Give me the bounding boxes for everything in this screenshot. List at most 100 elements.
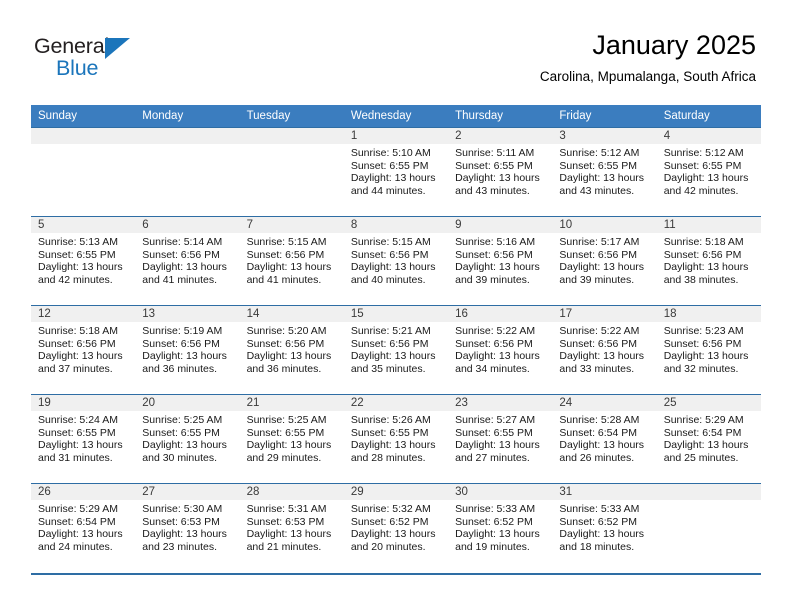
daylight-text-line1: Daylight: 13 hours [142,261,227,274]
sunrise-text: Sunrise: 5:18 AM [663,236,744,248]
daylight-text-line1: Daylight: 13 hours [455,439,540,452]
day-cell-inner: 18 Sunrise: 5:23 AM Sunset: 6:56 PM Dayligh… [656,306,761,394]
day-cell-inner: 14 Sunrise: 5:20 AM Sunset: 6:56 PM Dayligh… [239,306,344,394]
sunrise-text: Sunrise: 5:15 AM [350,236,431,248]
calendar-day-cell[interactable]: 8 Sunrise: 5:15 AM Sunset: 6:56 PM Daylight… [343,216,449,306]
page-header: General Blue January 2025 Carolina, Mpum… [0,0,792,104]
sunrise-text: Sunrise: 5:19 AM [142,325,223,337]
calendar-day-cell[interactable]: 12 Sunrise: 5:18 AM Sunset: 6:56 PM Dayligh… [31,305,136,395]
day-number: 17 [552,306,657,322]
sunrise-text: Sunrise: 5:33 AM [559,503,640,515]
daylight-text-line2: and 18 minutes. [559,540,635,553]
sunrise-text: Sunrise: 5:30 AM [142,503,223,515]
sunrise-text: Sunrise: 5:31 AM [246,503,327,515]
day-cell-inner: 11 Sunrise: 5:18 AM Sunset: 6:56 PM Dayligh… [656,217,761,305]
calendar-day-cell[interactable]: 27 Sunrise: 5:30 AM Sunset: 6:53 PM Dayligh… [135,483,240,572]
calendar-day-cell[interactable]: 21 Sunrise: 5:25 AM Sunset: 6:55 PM Dayligh… [239,394,344,484]
day-number: 19 [31,395,136,411]
calendar-day-cell[interactable]: 7 Sunrise: 5:15 AM Sunset: 6:56 PM Daylight… [239,216,344,306]
daylight-text-line1: Daylight: 13 hours [559,439,645,452]
calendar-day-cell[interactable]: 11 Sunrise: 5:18 AM Sunset: 6:56 PM Dayligh… [656,216,761,306]
calendar-day-cell[interactable]: 19 Sunrise: 5:24 AM Sunset: 6:55 PM Dayligh… [31,394,136,484]
sunrise-text: Sunrise: 5:13 AM [38,236,118,248]
day-number: 3 [552,128,657,144]
day-details: Sunrise: 5:25 AM Sunset: 6:55 PM Daylight:… [135,411,239,464]
calendar-day-cell[interactable]: 29 Sunrise: 5:32 AM Sunset: 6:52 PM Dayligh… [343,483,449,572]
calendar-day-cell[interactable]: 24 Sunrise: 5:28 AM Sunset: 6:54 PM Dayligh… [552,394,657,484]
calendar-day-cell[interactable]: 14 Sunrise: 5:20 AM Sunset: 6:56 PM Dayligh… [239,305,344,395]
day-number: 24 [552,395,657,411]
calendar-day-cell[interactable]: 22 Sunrise: 5:26 AM Sunset: 6:55 PM Dayligh… [343,394,449,484]
day-number [31,128,136,144]
sunset-text: Sunset: 6:55 PM [350,159,429,172]
daylight-text-line1: Daylight: 13 hours [663,439,749,452]
sunset-text: Sunset: 6:56 PM [663,248,742,261]
calendar-day-cell[interactable]: 26 Sunrise: 5:29 AM Sunset: 6:54 PM Dayligh… [31,483,136,572]
calendar-day-cell[interactable]: 17 Sunrise: 5:22 AM Sunset: 6:56 PM Dayligh… [552,305,657,395]
calendar-day-cell[interactable]: 1 Sunrise: 5:10 AM Sunset: 6:55 PM Daylight… [343,127,449,217]
sunset-text: Sunset: 6:55 PM [350,426,429,439]
day-details: Sunrise: 5:22 AM Sunset: 6:56 PM Daylight:… [552,322,656,375]
daylight-text-line2: and 43 minutes. [559,184,635,197]
sunrise-text: Sunrise: 5:24 AM [38,414,118,426]
day-details: Sunrise: 5:10 AM Sunset: 6:55 PM Daylight:… [344,144,448,197]
daylight-text-line1: Daylight: 13 hours [38,439,123,452]
calendar-grid: Sunday Monday Tuesday Wednesday Thursday Frid… [31,105,761,572]
day-cell-inner: 25 Sunrise: 5:29 AM Sunset: 6:54 PM Dayligh… [656,395,761,483]
sunset-text: Sunset: 6:56 PM [350,337,429,350]
calendar-day-cell[interactable]: 3 Sunrise: 5:12 AM Sunset: 6:55 PM Daylight… [552,127,657,217]
day-details: Sunrise: 5:25 AM Sunset: 6:55 PM Daylight:… [240,411,344,464]
daylight-text-line1: Daylight: 13 hours [246,439,332,452]
calendar-day-cell[interactable]: 13 Sunrise: 5:19 AM Sunset: 6:56 PM Dayligh… [135,305,240,395]
day-details: Sunrise: 5:31 AM Sunset: 6:53 PM Daylight:… [240,500,344,553]
daylight-text-line2: and 24 minutes. [38,540,113,553]
calendar-day-cell[interactable]: 9 Sunrise: 5:16 AM Sunset: 6:56 PM Daylight… [448,216,553,306]
calendar-day-cell[interactable]: 6 Sunrise: 5:14 AM Sunset: 6:56 PM Daylight… [135,216,240,306]
calendar-day-cell[interactable]: 18 Sunrise: 5:23 AM Sunset: 6:56 PM Dayligh… [656,305,761,395]
sunrise-text: Sunrise: 5:29 AM [663,414,744,426]
sunset-text: Sunset: 6:53 PM [246,515,325,528]
day-details: Sunrise: 5:19 AM Sunset: 6:56 PM Daylight:… [135,322,239,375]
sunset-text: Sunset: 6:55 PM [455,159,533,172]
calendar-day-cell[interactable]: 10 Sunrise: 5:17 AM Sunset: 6:56 PM Dayligh… [552,216,657,306]
sunset-text: Sunset: 6:52 PM [455,515,533,528]
day-details: Sunrise: 5:12 AM Sunset: 6:55 PM Daylight:… [552,144,656,197]
daylight-text-line2: and 36 minutes. [142,362,217,375]
sunset-text: Sunset: 6:56 PM [455,337,533,350]
day-details: Sunrise: 5:11 AM Sunset: 6:55 PM Daylight:… [448,144,552,197]
calendar-day-cell[interactable]: 5 Sunrise: 5:13 AM Sunset: 6:55 PM Daylight… [31,216,136,306]
day-cell-inner [656,484,761,572]
daylight-text-line2: and 29 minutes. [246,451,322,464]
day-number: 11 [656,217,761,233]
daylight-text-line1: Daylight: 13 hours [38,350,123,363]
day-cell-inner: 31 Sunrise: 5:33 AM Sunset: 6:52 PM Dayligh… [552,484,657,572]
calendar-day-cell[interactable]: 30 Sunrise: 5:33 AM Sunset: 6:52 PM Dayligh… [448,483,553,572]
sunrise-text: Sunrise: 5:10 AM [350,147,431,159]
sunrise-text: Sunrise: 5:33 AM [455,503,536,515]
day-cell-inner: 20 Sunrise: 5:25 AM Sunset: 6:55 PM Dayligh… [135,395,240,483]
calendar-day-cell[interactable]: 16 Sunrise: 5:22 AM Sunset: 6:56 PM Dayligh… [448,305,553,395]
day-number: 6 [135,217,240,233]
calendar-day-cell[interactable]: 15 Sunrise: 5:21 AM Sunset: 6:56 PM Dayligh… [343,305,449,395]
daylight-text-line2: and 42 minutes. [38,273,113,286]
calendar-day-cell[interactable]: 31 Sunrise: 5:33 AM Sunset: 6:52 PM Dayligh… [552,483,657,572]
daylight-text-line2: and 25 minutes. [663,451,739,464]
sunset-text: Sunset: 6:54 PM [559,426,638,439]
generalblue-logo[interactable]: General Blue [34,34,164,82]
daylight-text-line1: Daylight: 13 hours [663,261,749,274]
daylight-text-line1: Daylight: 13 hours [350,528,436,541]
day-cell-inner: 13 Sunrise: 5:19 AM Sunset: 6:56 PM Dayligh… [135,306,240,394]
sunset-text: Sunset: 6:52 PM [559,515,638,528]
calendar-day-cell[interactable]: 20 Sunrise: 5:25 AM Sunset: 6:55 PM Dayligh… [135,394,240,484]
daylight-text-line1: Daylight: 13 hours [455,172,540,185]
calendar-day-cell[interactable]: 23 Sunrise: 5:27 AM Sunset: 6:55 PM Dayligh… [448,394,553,484]
weekday-header-friday: Friday [552,105,657,128]
calendar-day-cell[interactable]: 2 Sunrise: 5:11 AM Sunset: 6:55 PM Daylight… [448,127,553,217]
daylight-text-line2: and 40 minutes. [350,273,426,286]
day-number: 12 [31,306,136,322]
calendar-day-cell[interactable]: 28 Sunrise: 5:31 AM Sunset: 6:53 PM Dayligh… [239,483,344,572]
calendar-day-cell[interactable]: 25 Sunrise: 5:29 AM Sunset: 6:54 PM Dayligh… [656,394,761,484]
day-cell-inner: 30 Sunrise: 5:33 AM Sunset: 6:52 PM Dayligh… [448,484,553,572]
calendar-day-cell[interactable]: 4 Sunrise: 5:12 AM Sunset: 6:55 PM Daylight… [656,127,761,217]
day-number [656,484,761,500]
